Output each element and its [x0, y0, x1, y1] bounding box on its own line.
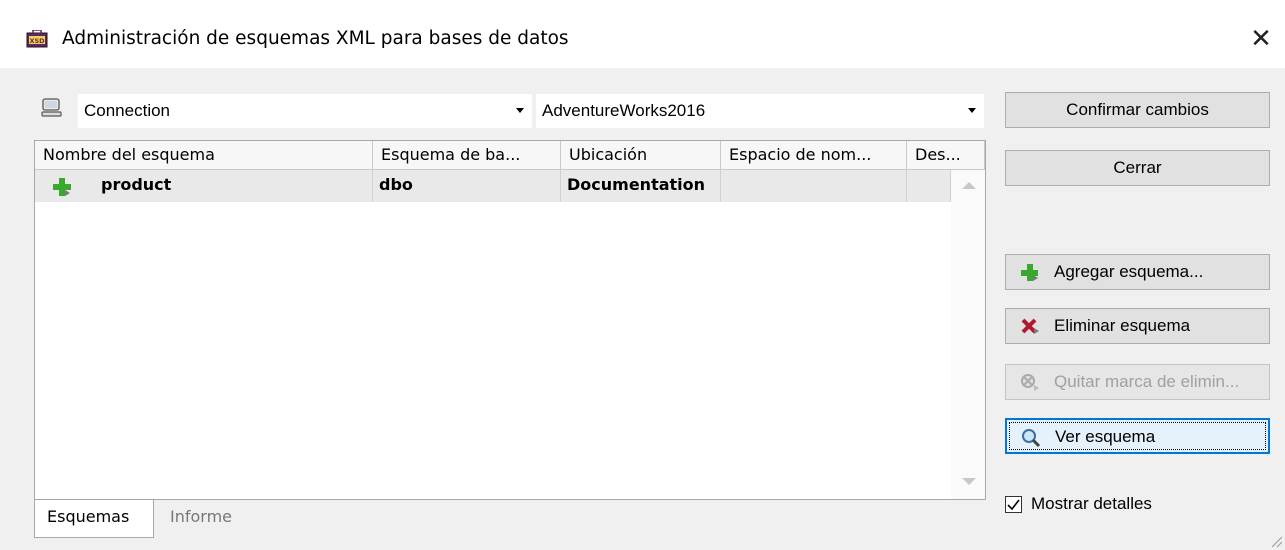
window-title: Administración de esquemas XML para base… — [62, 28, 569, 49]
view-schema-button[interactable]: Ver esquema — [1005, 418, 1270, 454]
grid-header: Nombre del esquema Esquema de ba... Ubic… — [35, 141, 985, 170]
magnifier-icon — [1022, 429, 1041, 448]
undo-delete-icon — [1021, 374, 1039, 391]
delete-x-icon — [1021, 318, 1039, 334]
view-schema-label: Ver esquema — [1055, 427, 1156, 446]
database-value: AdventureWorks2016 — [542, 101, 706, 120]
vertical-scrollbar[interactable] — [951, 170, 985, 499]
scroll-up-icon[interactable] — [962, 182, 976, 189]
unmark-deletion-label: Quitar marca de elimin... — [1054, 372, 1240, 391]
schema-grid[interactable]: Nombre del esquema Esquema de ba... Ubic… — [34, 140, 986, 500]
checkmark-icon — [1007, 499, 1020, 511]
connection-type-combo[interactable]: Connection — [78, 94, 532, 128]
column-header-location[interactable]: Ubicación — [561, 141, 721, 169]
column-header-schema-name[interactable]: Nombre del esquema — [35, 141, 373, 169]
commit-changes-label: Confirmar cambios — [1066, 100, 1209, 119]
scroll-down-icon[interactable] — [962, 478, 976, 485]
unmark-deletion-button[interactable]: Quitar marca de elimin... — [1005, 364, 1270, 400]
xsd-icon-text: XSD — [29, 37, 45, 45]
add-schema-label: Agregar esquema... — [1054, 262, 1204, 281]
tab-schemas[interactable]: Esquemas — [34, 500, 154, 538]
delete-schema-button[interactable]: Eliminar esquema — [1005, 308, 1270, 344]
cell-schema-name: product — [35, 170, 373, 202]
column-header-namespace[interactable]: Espacio de nom... — [721, 141, 907, 169]
cell-location: Documentation — [561, 170, 721, 202]
add-plus-icon — [53, 178, 71, 196]
add-plus-icon — [1021, 264, 1038, 281]
column-header-db-schema[interactable]: Esquema de ba... — [373, 141, 561, 169]
database-connection-icon — [41, 98, 62, 117]
table-row[interactable]: product dbo Documentation — [35, 170, 951, 202]
database-combo[interactable]: AdventureWorks2016 — [536, 94, 984, 128]
title-bar: XSD Administración de esquemas XML para … — [0, 0, 1285, 68]
chevron-down-icon — [516, 108, 524, 113]
cell-namespace — [721, 170, 907, 202]
show-details-checkbox[interactable] — [1005, 496, 1022, 513]
column-header-description[interactable]: Des... — [907, 141, 985, 169]
add-schema-button[interactable]: Agregar esquema... — [1005, 254, 1270, 290]
schema-name-text: product — [101, 175, 172, 194]
connection-type-value: Connection — [84, 101, 171, 120]
close-button[interactable]: Cerrar — [1005, 150, 1270, 186]
cell-description — [907, 170, 951, 202]
resize-grip-icon[interactable] — [1269, 534, 1283, 548]
close-label: Cerrar — [1113, 158, 1162, 177]
xsd-app-icon: XSD — [26, 30, 48, 48]
show-details-label: Mostrar detalles — [1031, 494, 1152, 513]
cell-db-schema: dbo — [373, 170, 561, 202]
tab-report[interactable]: Informe — [158, 500, 268, 538]
tab-strip: Esquemas Informe — [34, 500, 986, 540]
commit-changes-button[interactable]: Confirmar cambios — [1005, 92, 1270, 128]
close-window-button[interactable]: ✕ — [1246, 24, 1276, 54]
delete-schema-label: Eliminar esquema — [1054, 316, 1191, 335]
chevron-down-icon — [968, 108, 976, 113]
